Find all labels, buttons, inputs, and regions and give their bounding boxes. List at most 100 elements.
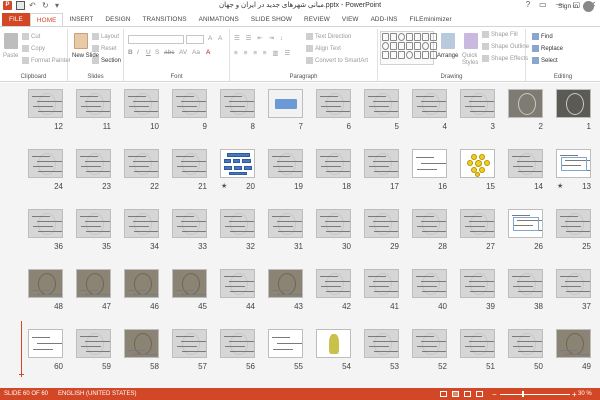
slide-thumbnail[interactable] bbox=[268, 269, 303, 298]
shape-icon[interactable] bbox=[414, 51, 421, 59]
slide-thumbnail[interactable] bbox=[172, 269, 207, 298]
arrange-button[interactable]: Arrange bbox=[437, 53, 458, 59]
slide-thumbnail[interactable] bbox=[28, 269, 63, 298]
slide-thumbnail[interactable] bbox=[412, 269, 447, 298]
slide-thumbnail[interactable] bbox=[412, 149, 447, 178]
shape-icon[interactable] bbox=[390, 33, 397, 41]
tab-view[interactable]: VIEW bbox=[336, 13, 365, 26]
slide-thumbnail[interactable] bbox=[28, 329, 63, 358]
zoom-out-button[interactable]: − bbox=[492, 390, 497, 399]
slide-thumbnail[interactable] bbox=[76, 89, 111, 118]
slide-thumbnail[interactable] bbox=[268, 89, 303, 118]
slide-thumbnail[interactable] bbox=[220, 329, 255, 358]
tab-animations[interactable]: ANIMATIONS bbox=[193, 13, 245, 26]
shape-icon[interactable] bbox=[406, 33, 413, 41]
slide-thumbnail[interactable] bbox=[412, 209, 447, 238]
slide-thumbnail[interactable] bbox=[508, 89, 543, 118]
tab-design[interactable]: DESIGN bbox=[99, 13, 136, 26]
slide-thumbnail[interactable] bbox=[220, 209, 255, 238]
shape-effects-button[interactable]: Shape Effects bbox=[482, 55, 528, 62]
slide-thumbnail[interactable] bbox=[460, 269, 495, 298]
slideshow-view-icon[interactable] bbox=[476, 391, 483, 397]
replace-button[interactable]: Replace bbox=[532, 45, 563, 52]
slide-thumbnail[interactable] bbox=[364, 209, 399, 238]
shape-icon[interactable] bbox=[398, 42, 405, 50]
slide-thumbnail[interactable] bbox=[460, 149, 495, 178]
slide-thumbnail[interactable] bbox=[172, 149, 207, 178]
shape-icon[interactable] bbox=[382, 33, 389, 41]
align-buttons-icon[interactable]: ≡ ≡ ≡ ≡ ▥ ☰ bbox=[234, 49, 292, 57]
shape-icon[interactable] bbox=[430, 42, 437, 50]
tab-fileminimizer[interactable]: FILEminimizer bbox=[404, 13, 458, 26]
shape-icon[interactable] bbox=[422, 42, 429, 50]
slide-thumbnail[interactable] bbox=[556, 269, 591, 298]
slide-thumbnail[interactable] bbox=[76, 209, 111, 238]
slide-thumbnail[interactable] bbox=[316, 149, 351, 178]
layout-button[interactable]: Layout bbox=[92, 33, 119, 40]
slide-thumbnail[interactable] bbox=[364, 269, 399, 298]
shrink-font-icon[interactable]: A bbox=[218, 35, 222, 42]
shape-icon[interactable] bbox=[422, 33, 429, 41]
slide-thumbnail[interactable] bbox=[268, 209, 303, 238]
shape-icon[interactable] bbox=[430, 33, 437, 41]
slide-thumbnail[interactable] bbox=[556, 89, 591, 118]
shape-icon[interactable] bbox=[406, 42, 413, 50]
slide-thumbnail[interactable] bbox=[268, 149, 303, 178]
slide-thumbnail[interactable] bbox=[28, 89, 63, 118]
quick-styles-button[interactable]: Quick Styles bbox=[462, 53, 482, 67]
shape-icon[interactable] bbox=[414, 33, 421, 41]
shape-icon[interactable] bbox=[414, 42, 421, 50]
slide-thumbnail[interactable] bbox=[508, 149, 543, 178]
slide-thumbnail[interactable] bbox=[460, 89, 495, 118]
slide-thumbnail[interactable] bbox=[76, 329, 111, 358]
format-painter-button[interactable]: Format Painter bbox=[22, 57, 71, 64]
slide-thumbnail[interactable] bbox=[364, 329, 399, 358]
shape-icon[interactable] bbox=[390, 42, 397, 50]
slide-sorter-view-icon[interactable] bbox=[452, 391, 459, 397]
new-slide-icon[interactable] bbox=[74, 33, 88, 49]
shape-icon[interactable] bbox=[382, 42, 389, 50]
slide-thumbnail[interactable] bbox=[508, 329, 543, 358]
language-indicator[interactable]: ENGLISH (UNITED STATES) bbox=[58, 391, 136, 397]
slide-thumbnail[interactable] bbox=[364, 89, 399, 118]
slide-thumbnail[interactable] bbox=[220, 89, 255, 118]
zoom-slider[interactable] bbox=[500, 394, 570, 395]
reading-view-icon[interactable] bbox=[464, 391, 471, 397]
slide-thumbnail[interactable] bbox=[316, 329, 351, 358]
shape-icon[interactable] bbox=[422, 51, 429, 59]
slide-thumbnail[interactable] bbox=[172, 209, 207, 238]
slide-thumbnail[interactable] bbox=[508, 209, 543, 238]
slide-thumbnail[interactable] bbox=[556, 209, 591, 238]
cut-button[interactable]: Cut bbox=[22, 33, 40, 40]
slide-thumbnail[interactable] bbox=[412, 329, 447, 358]
slide-thumbnail[interactable] bbox=[556, 149, 591, 178]
zoom-slider-thumb[interactable] bbox=[522, 391, 524, 397]
slide-thumbnail[interactable] bbox=[28, 209, 63, 238]
shapes-gallery[interactable] bbox=[380, 31, 437, 65]
paste-button[interactable]: Paste bbox=[3, 53, 18, 59]
zoom-level[interactable]: 30 % bbox=[578, 391, 592, 397]
tab-file[interactable]: FILE bbox=[2, 13, 30, 26]
ribbon-display-icon[interactable]: ▭ bbox=[539, 0, 547, 9]
help-icon[interactable]: ? bbox=[526, 0, 530, 9]
change-case-button[interactable]: Aa bbox=[192, 49, 200, 56]
slide-thumbnail[interactable] bbox=[124, 269, 159, 298]
shadow-button[interactable]: S bbox=[155, 49, 159, 56]
shape-icon[interactable] bbox=[398, 51, 405, 59]
text-direction-button[interactable]: Text Direction bbox=[306, 33, 351, 40]
list-buttons-icon[interactable]: ☰ ☰ ⇤ ⇥ ↕ bbox=[234, 34, 285, 42]
slide-thumbnail[interactable] bbox=[556, 329, 591, 358]
tab-slide-show[interactable]: SLIDE SHOW bbox=[245, 13, 298, 26]
slide-thumbnail[interactable] bbox=[28, 149, 63, 178]
shape-icon[interactable] bbox=[406, 51, 413, 59]
convert-smartart-button[interactable]: Convert to SmartArt bbox=[306, 57, 368, 64]
font-size-combo[interactable] bbox=[186, 35, 204, 44]
underline-button[interactable]: U bbox=[146, 49, 151, 56]
arrange-icon[interactable] bbox=[441, 33, 455, 49]
slide-thumbnail[interactable] bbox=[172, 89, 207, 118]
reset-button[interactable]: Reset bbox=[92, 45, 117, 52]
italic-button[interactable]: I bbox=[137, 49, 139, 56]
shape-icon[interactable] bbox=[398, 33, 405, 41]
slide-thumbnail[interactable] bbox=[460, 329, 495, 358]
font-color-button[interactable]: A bbox=[206, 49, 210, 56]
